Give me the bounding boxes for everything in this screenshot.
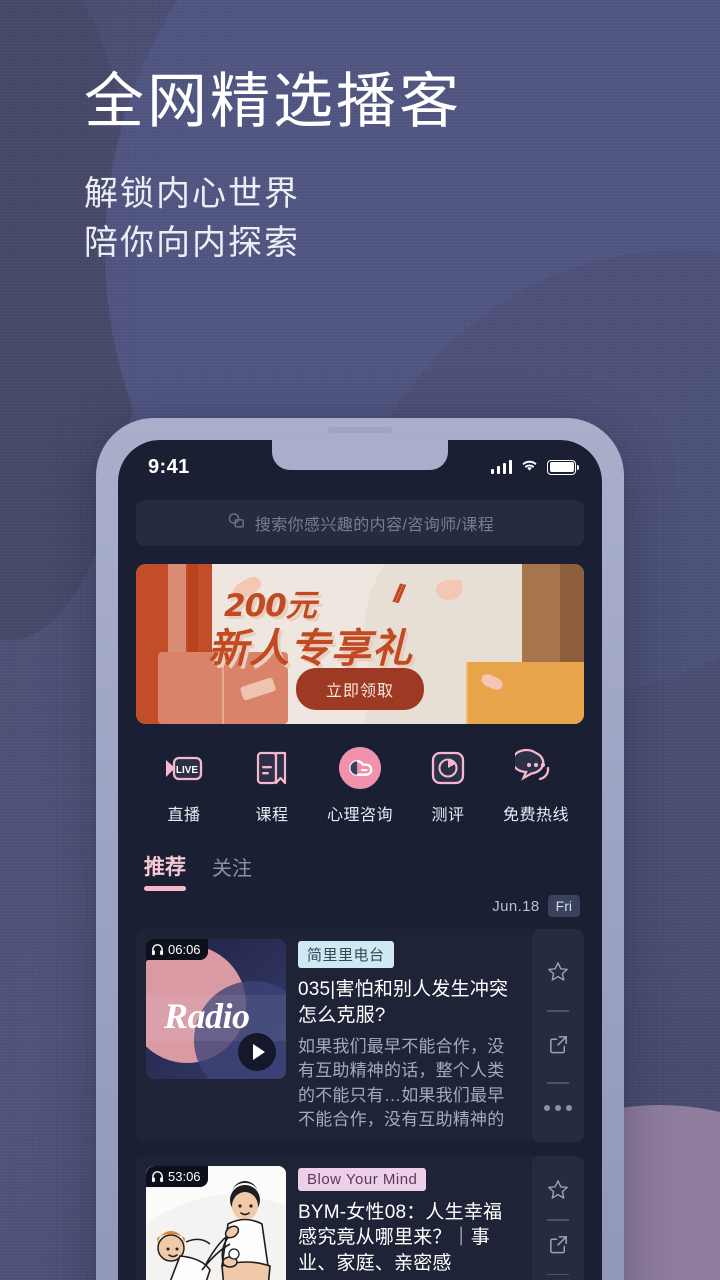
thumbnail-wordmark: Radio [164, 996, 250, 1036]
hero-subtitle-line-2: 陪你向内探索 [84, 224, 300, 263]
duration-text: 53:06 [168, 1168, 201, 1184]
feed-card-tag[interactable]: 简里里电台 [298, 941, 394, 968]
battery-icon [547, 459, 579, 475]
quicknav-item-assessment[interactable]: 测评 [406, 746, 490, 825]
feed-card-body: 简里里电台 035|害怕和别人发生冲突怎么克服? 如果我们最早不能合作，没有互助… [298, 939, 516, 1132]
share-icon[interactable] [547, 1033, 570, 1061]
status-time: 9:41 [148, 455, 190, 478]
feed-card[interactable]: Radio 06:06 简里里电台 035|害怕和别人发生冲突怎么克服? 如果我… [136, 929, 584, 1142]
cellular-signal-icon [490, 460, 512, 474]
feed-card-title: BYM-女性08：人生幸福感究竟从哪里来？｜事业、家庭、亲密感 [298, 1201, 503, 1275]
banner-shape-right-top-2 [560, 564, 584, 672]
feed-card-description: 如果我们最早不能合作，没有互助精神的话，整个人类的不能只有…如果我们最早不能合作… [298, 1037, 505, 1129]
quicknav-label-counseling: 心理咨询 [326, 807, 393, 824]
banner-headline: 新人专享礼 [208, 627, 413, 671]
wifi-icon [520, 458, 539, 477]
duration-text: 06:06 [168, 942, 201, 957]
phone-notch [272, 440, 448, 470]
action-divider [547, 1219, 569, 1221]
hero-copy: 全网精选播客 解锁内心世界 陪你向内探索 [84, 72, 684, 269]
assessment-chart-icon [426, 746, 470, 790]
action-divider [547, 1082, 569, 1084]
tab-recommend[interactable]: 推荐 [144, 851, 186, 891]
hero-subtitle: 解锁内心世界 陪你向内探索 [84, 170, 684, 269]
feed-date-weekday-badge: Fri [547, 895, 580, 917]
feed-card-actions [532, 929, 584, 1142]
counseling-icon [338, 746, 382, 790]
headphones-icon [151, 944, 164, 956]
tab-following[interactable]: 关注 [212, 852, 252, 891]
quicknav-item-live[interactable]: LIVE 直播 [142, 746, 226, 825]
hero-subtitle-line-1: 解锁内心世界 [84, 175, 300, 213]
promo-banner[interactable]: 200元 // 新人专享礼 立即领取 [136, 564, 584, 724]
feed-card-tag[interactable]: Blow Your Mind [298, 1167, 427, 1191]
search-placeholder: 搜索你感兴趣的内容/咨询师/课程 [254, 517, 495, 534]
feed-card-body: Blow Your Mind BYM-女性08：人生幸福感究竟从哪里来？｜事业、… [298, 1166, 516, 1280]
search-input[interactable]: 搜索你感兴趣的内容/咨询师/课程 [136, 500, 584, 546]
feed-tabs: 推荐 关注 [118, 825, 602, 891]
banner-confetti-2 [436, 580, 462, 600]
star-icon[interactable] [546, 960, 570, 989]
quicknav-label-assessment: 测评 [431, 807, 465, 824]
feed-date: Jun.18 Fri [118, 891, 602, 917]
quicknav-label-course: 课程 [255, 807, 289, 824]
phone-speaker [328, 427, 392, 433]
feed-date-text: Jun.18 [492, 897, 540, 915]
duration-badge: 06:06 [146, 939, 208, 960]
status-icons [490, 458, 579, 477]
feed-thumbnail[interactable]: 53:06 [146, 1165, 286, 1280]
quicknav-label-hotline: 免费热线 [502, 807, 569, 824]
live-camera-icon: LIVE [162, 746, 206, 790]
hotline-chat-icon [514, 746, 558, 790]
quicknav-item-hotline[interactable]: 免费热线 [494, 746, 578, 825]
action-divider [547, 1010, 569, 1012]
quick-nav: LIVE 直播 课程 心理咨询 测评 免费热线 [118, 724, 602, 825]
quicknav-item-counseling[interactable]: 心理咨询 [318, 746, 402, 825]
quicknav-item-course[interactable]: 课程 [230, 746, 314, 825]
more-dots-icon[interactable] [544, 1104, 572, 1111]
play-icon[interactable] [238, 1033, 276, 1071]
search-icon [226, 511, 246, 536]
phone-mockup: 9:41 搜索你感兴趣的内容/咨询师/课程 200元 // 新人专享礼 立即领取… [96, 418, 624, 1280]
feed-list: Radio 06:06 简里里电台 035|害怕和别人发生冲突怎么克服? 如果我… [118, 917, 602, 1280]
quicknav-label-live: 直播 [167, 807, 201, 824]
banner-cta-button[interactable]: 立即领取 [295, 668, 425, 710]
svg-text:LIVE: LIVE [176, 765, 199, 776]
feed-card[interactable]: 53:06 Blow Your Mind BYM-女性08：人生幸福感究竟从哪里… [136, 1155, 584, 1280]
star-icon[interactable] [546, 1178, 570, 1207]
share-icon[interactable] [547, 1233, 570, 1261]
banner-shape-right-bottom [466, 662, 584, 724]
feed-card-actions [532, 1155, 584, 1280]
feed-thumbnail[interactable]: Radio 06:06 [146, 939, 286, 1079]
action-divider [547, 1273, 569, 1276]
hero-title: 全网精选播客 [84, 68, 462, 135]
duration-badge: 53:06 [146, 1165, 208, 1187]
promo-screenshot: 全网精选播客 解锁内心世界 陪你向内探索 9:41 搜索你感兴趣的内容/咨询师/… [0, 0, 720, 1280]
book-icon [250, 746, 294, 790]
headphones-icon [151, 1171, 164, 1182]
feed-card-title: 035|害怕和别人发生冲突怎么克服? [298, 979, 509, 1026]
phone-screen: 9:41 搜索你感兴趣的内容/咨询师/课程 200元 // 新人专享礼 立即领取… [118, 440, 602, 1280]
